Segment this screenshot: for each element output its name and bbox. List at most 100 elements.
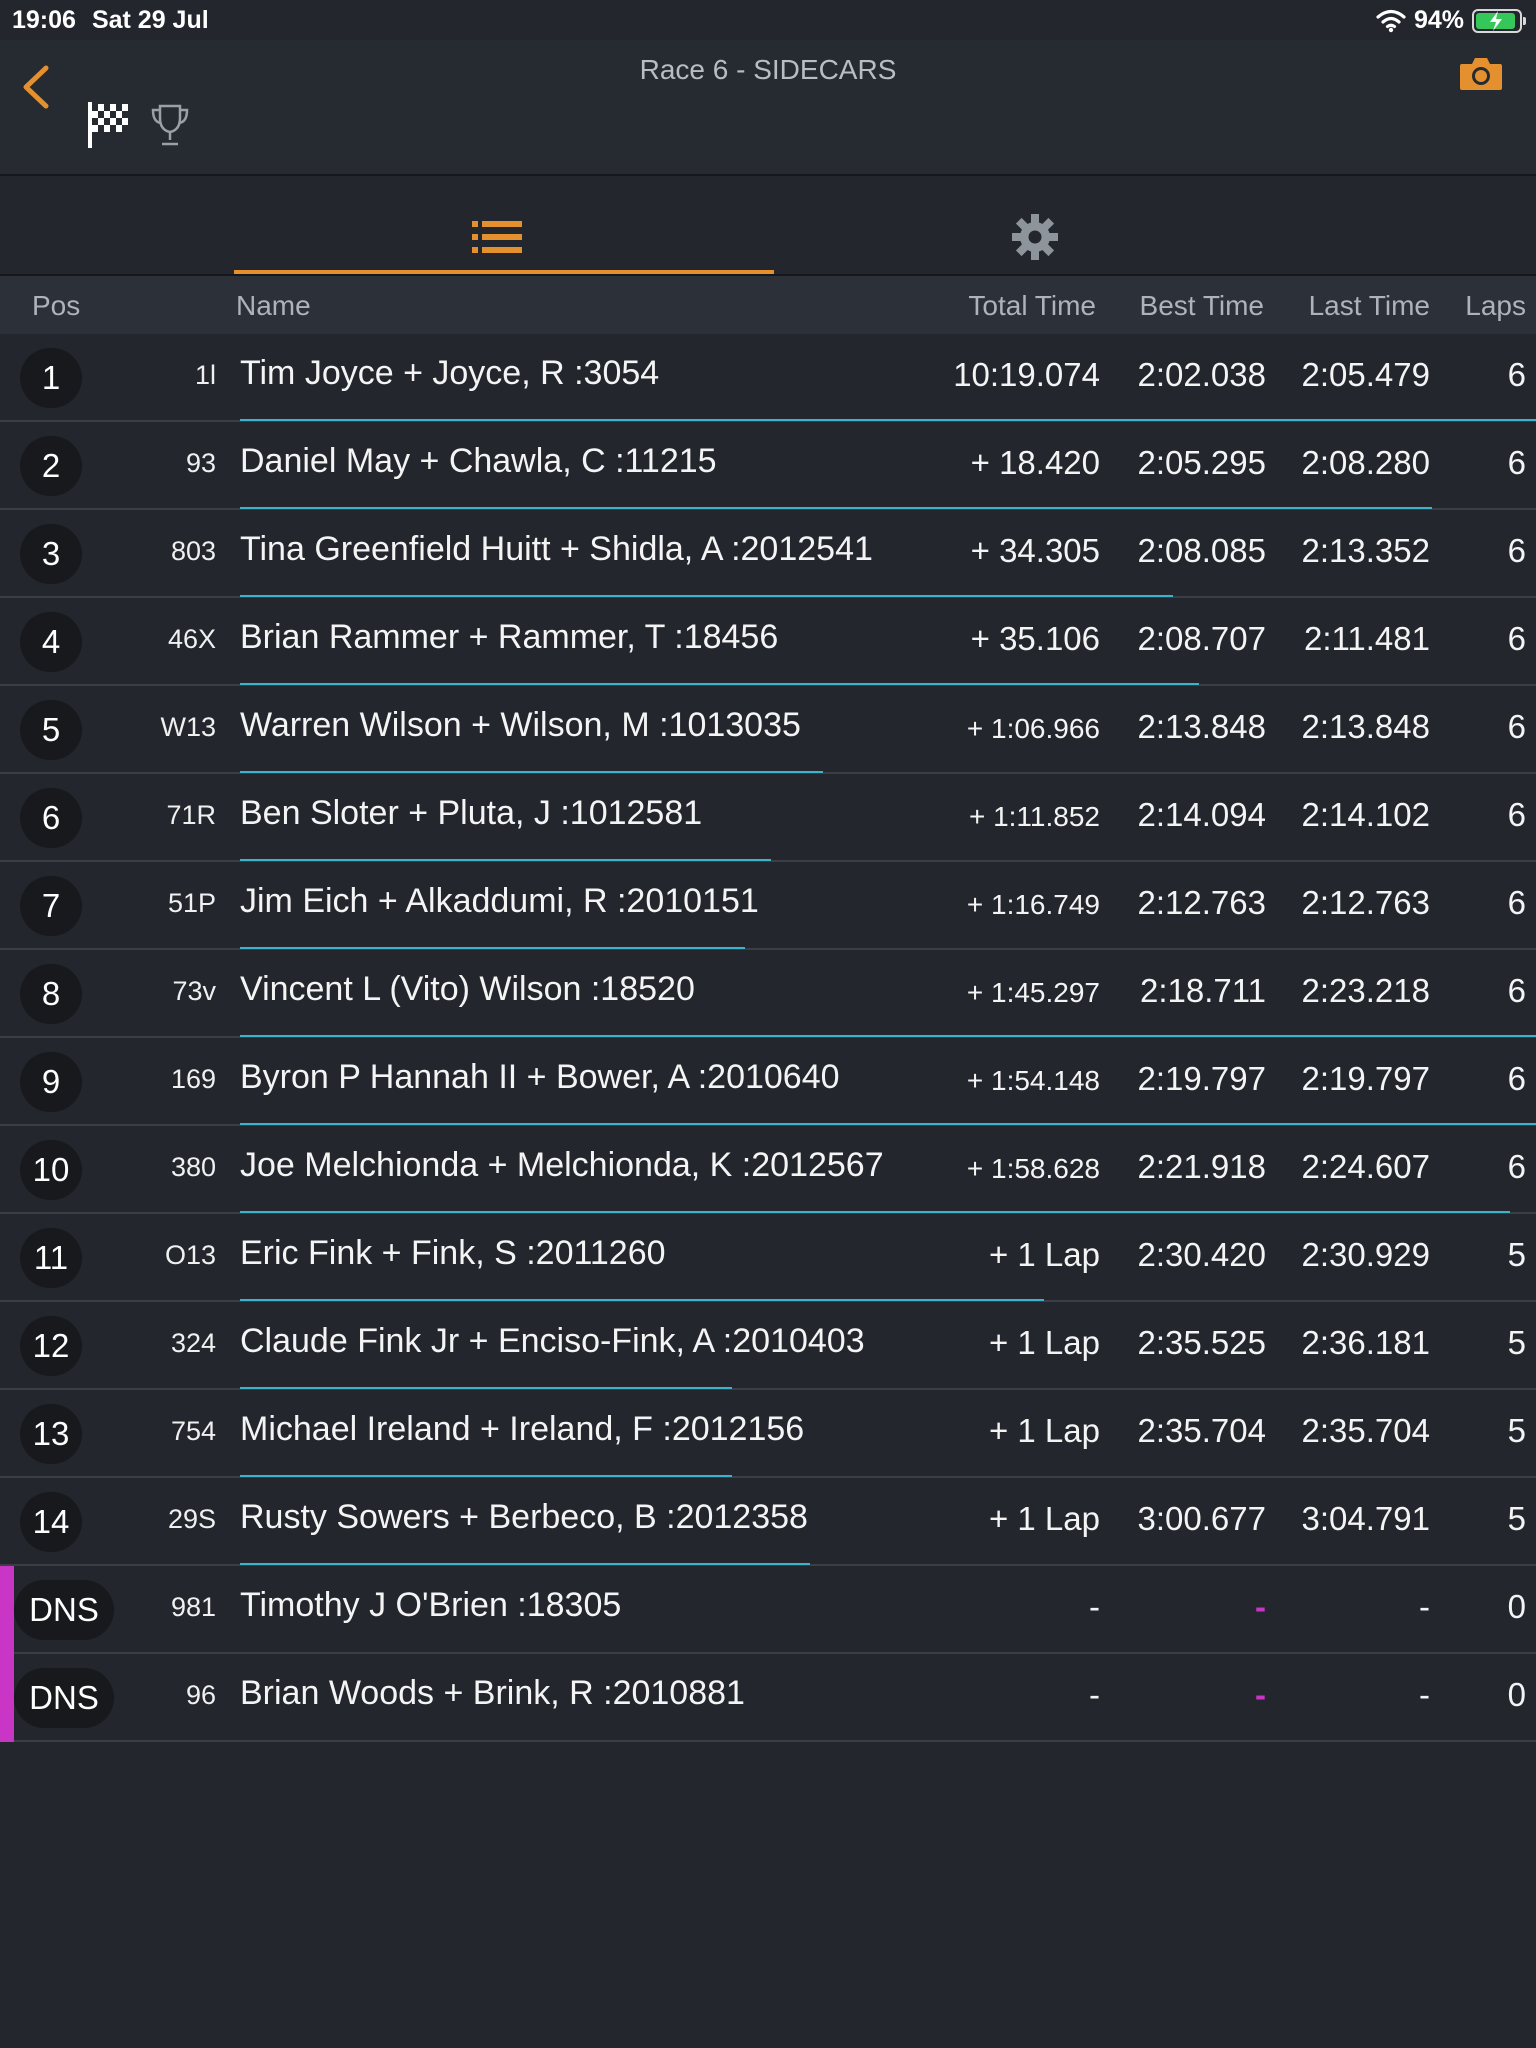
position-badge: 11 [20, 1228, 82, 1288]
race-progress-bar [240, 1475, 733, 1477]
competitor-number: 51P [167, 888, 216, 918]
header-name[interactable]: Name [236, 290, 311, 322]
dns-marker [0, 1654, 14, 1742]
best-time: 2:08.707 [1137, 620, 1266, 657]
competitor-name: Brian Woods + Brink, R :2010881 [240, 1674, 745, 1712]
position-badge: 14 [20, 1492, 82, 1552]
checkered-flag-icon[interactable] [86, 100, 130, 150]
table-row[interactable]: 10 380 Joe Melchionda + Melchionda, K :2… [0, 1126, 1536, 1214]
competitor-number: W13 [160, 712, 216, 742]
best-time: 2:12.763 [1137, 884, 1266, 921]
competitor-name: Claude Fink Jr + Enciso-Fink, A :2010403 [240, 1322, 865, 1360]
last-time: 2:24.607 [1301, 1148, 1430, 1185]
position-badge: 9 [20, 1052, 82, 1112]
total-time: 10:19.074 [953, 356, 1100, 393]
position-badge: 7 [20, 876, 82, 936]
competitor-name: Joe Melchionda + Melchionda, K :2012567 [240, 1146, 884, 1184]
table-row[interactable]: 9 169 Byron P Hannah II + Bower, A :2010… [0, 1038, 1536, 1126]
nav-bar: Race 6 - SIDECARS [0, 40, 1536, 176]
header-total-time[interactable]: Total Time [968, 290, 1096, 322]
position-badge: 4 [20, 612, 82, 672]
header-laps[interactable]: Laps [1465, 290, 1526, 322]
table-row[interactable]: DNS 96 Brian Woods + Brink, R :2010881 -… [0, 1654, 1536, 1742]
total-time: - [1089, 1588, 1100, 1625]
tab-bar [0, 176, 1536, 276]
best-time: 2:18.711 [1139, 972, 1266, 1009]
competitor-name: Warren Wilson + Wilson, M :1013035 [240, 706, 801, 744]
best-time: 2:05.295 [1137, 444, 1266, 481]
best-time: - [1255, 1588, 1266, 1625]
race-progress-bar [240, 1387, 733, 1389]
trophy-icon[interactable] [148, 102, 192, 148]
laps-count: 6 [1507, 620, 1526, 657]
competitor-name: Michael Ireland + Ireland, F :2012156 [240, 1410, 805, 1448]
race-progress-bar [240, 859, 772, 861]
table-row[interactable]: 12 324 Claude Fink Jr + Enciso-Fink, A :… [0, 1302, 1536, 1390]
position-badge: 10 [20, 1140, 82, 1200]
last-time: 2:13.848 [1301, 708, 1430, 745]
laps-count: 0 [1507, 1676, 1526, 1713]
total-time: + 1:06.966 [966, 713, 1100, 744]
best-time: 2:30.420 [1137, 1236, 1266, 1273]
total-time: + 1 Lap [988, 1324, 1100, 1361]
table-row[interactable]: 11 O13 Eric Fink + Fink, S :2011260 + 1 … [0, 1214, 1536, 1302]
competitor-number: 981 [170, 1592, 216, 1622]
header-pos[interactable]: Pos [32, 290, 80, 322]
header-best-time[interactable]: Best Time [1140, 290, 1264, 322]
race-progress-bar [240, 771, 824, 773]
competitor-number: O13 [164, 1240, 216, 1270]
competitor-name: Rusty Sowers + Berbeco, B :2012358 [240, 1498, 808, 1536]
competitor-name: Eric Fink + Fink, S :2011260 [240, 1234, 666, 1272]
laps-count: 6 [1507, 796, 1526, 833]
best-time: 2:13.848 [1137, 708, 1266, 745]
battery-percent: 94% [1413, 6, 1464, 34]
race-progress-bar [240, 683, 1200, 685]
table-row[interactable]: 3 803 Tina Greenfield Huitt + Shidla, A … [0, 510, 1536, 598]
table-row[interactable]: 13 754 Michael Ireland + Ireland, F :201… [0, 1390, 1536, 1478]
status-clock: 19:06 Sat 29 Jul [12, 6, 209, 35]
tab-settings[interactable] [790, 176, 1330, 274]
laps-count: 6 [1507, 972, 1526, 1009]
competitor-name: Brian Rammer + Rammer, T :18456 [240, 618, 779, 656]
position-badge: 3 [20, 524, 82, 584]
race-progress-bar [240, 1211, 1511, 1213]
laps-count: 5 [1507, 1412, 1526, 1449]
best-time: 2:02.038 [1137, 356, 1266, 393]
table-row[interactable]: 8 73v Vincent L (Vito) Wilson :18520 + 1… [0, 950, 1536, 1038]
competitor-name: Tina Greenfield Huitt + Shidla, A :20125… [240, 530, 873, 568]
tab-results-list[interactable] [234, 176, 774, 274]
competitor-number: 93 [185, 448, 216, 478]
competitor-number: 169 [170, 1064, 216, 1094]
competitor-name: Timothy J O'Brien :18305 [240, 1586, 622, 1624]
table-row[interactable]: 6 71R Ben Sloter + Pluta, J :1012581 + 1… [0, 774, 1536, 862]
race-progress-bar [240, 947, 746, 949]
status-time: 19:06 [12, 6, 76, 34]
total-time: + 1 Lap [988, 1236, 1100, 1273]
competitor-number: 29S [167, 1504, 216, 1534]
table-row[interactable]: 5 W13 Warren Wilson + Wilson, M :1013035… [0, 686, 1536, 774]
table-row[interactable]: 4 46X Brian Rammer + Rammer, T :18456 + … [0, 598, 1536, 686]
status-bar: 19:06 Sat 29 Jul 94% [0, 0, 1536, 40]
results-header: Pos Name Total Time Best Time Last Time … [0, 276, 1536, 334]
status-indicators: 94% [1376, 6, 1526, 35]
competitor-name: Daniel May + Chawla, C :11215 [240, 442, 717, 480]
total-time: + 1:45.297 [966, 977, 1100, 1008]
competitor-name: Jim Eich + Alkaddumi, R :2010151 [240, 882, 759, 920]
camera-icon[interactable] [1458, 54, 1504, 94]
position-badge: 2 [20, 436, 82, 496]
table-row[interactable]: 1 1l Tim Joyce + Joyce, R :3054 10:19.07… [0, 334, 1536, 422]
laps-count: 6 [1507, 708, 1526, 745]
position-badge: 13 [20, 1404, 82, 1464]
best-time: 2:08.085 [1137, 532, 1266, 569]
total-time: + 18.420 [970, 444, 1100, 481]
table-row[interactable]: 7 51P Jim Eich + Alkaddumi, R :2010151 +… [0, 862, 1536, 950]
laps-count: 6 [1507, 1148, 1526, 1185]
table-row[interactable]: DNS 981 Timothy J O'Brien :18305 - - - 0 [0, 1566, 1536, 1654]
table-row[interactable]: 2 93 Daniel May + Chawla, C :11215 + 18.… [0, 422, 1536, 510]
position-badge: 6 [20, 788, 82, 848]
last-time: 2:12.763 [1301, 884, 1430, 921]
header-last-time[interactable]: Last Time [1309, 290, 1430, 322]
table-row[interactable]: 14 29S Rusty Sowers + Berbeco, B :201235… [0, 1478, 1536, 1566]
total-time: + 1:58.628 [966, 1153, 1100, 1184]
status-date: Sat 29 Jul [91, 6, 209, 34]
